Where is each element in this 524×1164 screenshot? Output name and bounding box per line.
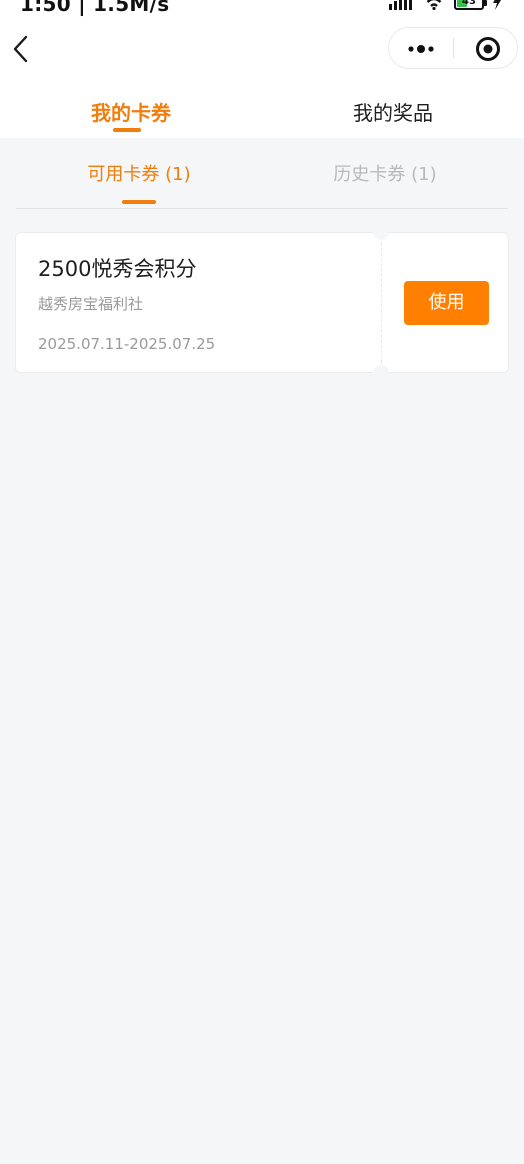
- nav-bar: [0, 22, 524, 80]
- sub-tab-label: 可用卡券 (1): [87, 164, 191, 185]
- more-dots-icon: [408, 45, 434, 53]
- target-circle-icon: [476, 37, 500, 61]
- battery-cap: [484, 0, 487, 6]
- active-sub-tab-indicator: [122, 200, 156, 204]
- coupon-validity: 2025.07.11-2025.07.25: [38, 335, 216, 353]
- battery-icon: 43: [454, 0, 487, 10]
- tab-label: 我的卡券: [91, 101, 171, 125]
- close-button[interactable]: [455, 28, 517, 68]
- coupon-perforation: [381, 243, 382, 363]
- back-button[interactable]: [6, 32, 38, 66]
- tab-available-coupons[interactable]: 可用卡券 (1): [16, 138, 262, 208]
- status-bar: 1:50 | 1.5M/s 43: [0, 0, 524, 22]
- tab-label: 我的奖品: [353, 101, 433, 125]
- signal-icon: [388, 0, 414, 14]
- coupon-notch-bottom: [373, 365, 389, 381]
- tab-my-prizes[interactable]: 我的奖品: [262, 80, 524, 138]
- wifi-icon: [422, 0, 446, 14]
- chevron-left-icon: [13, 35, 28, 63]
- capsule-divider: [453, 38, 454, 58]
- status-icons: 43: [388, 0, 502, 12]
- tab-history-coupons[interactable]: 历史卡券 (1): [262, 138, 508, 208]
- coupon-page: 1:50 | 1.5M/s 43 我的卡券 我的奖品 可用卡券 (1) 历史卡券…: [0, 0, 524, 1164]
- mini-program-capsule: [388, 27, 518, 69]
- coupon-title: 2500悦秀会积分: [38, 257, 197, 281]
- coupon-card: 2500悦秀会积分 越秀房宝福利社 2025.07.11-2025.07.25 …: [15, 224, 509, 381]
- coupon-notch-top: [373, 224, 389, 240]
- charging-bolt-icon: [492, 0, 502, 14]
- more-button[interactable]: [389, 28, 453, 68]
- tab-my-coupons[interactable]: 我的卡券: [0, 80, 262, 138]
- battery-level: 43: [462, 0, 476, 7]
- status-time-speed: 1:50 | 1.5M/s: [20, 0, 170, 16]
- active-tab-indicator: [113, 128, 141, 132]
- use-button[interactable]: 使用: [404, 281, 489, 325]
- top-tabs: 我的卡券 我的奖品: [0, 80, 524, 138]
- coupon-issuer: 越秀房宝福利社: [38, 295, 144, 313]
- sub-tabs: 可用卡券 (1) 历史卡券 (1): [16, 138, 508, 209]
- sub-tab-label: 历史卡券 (1): [333, 164, 437, 185]
